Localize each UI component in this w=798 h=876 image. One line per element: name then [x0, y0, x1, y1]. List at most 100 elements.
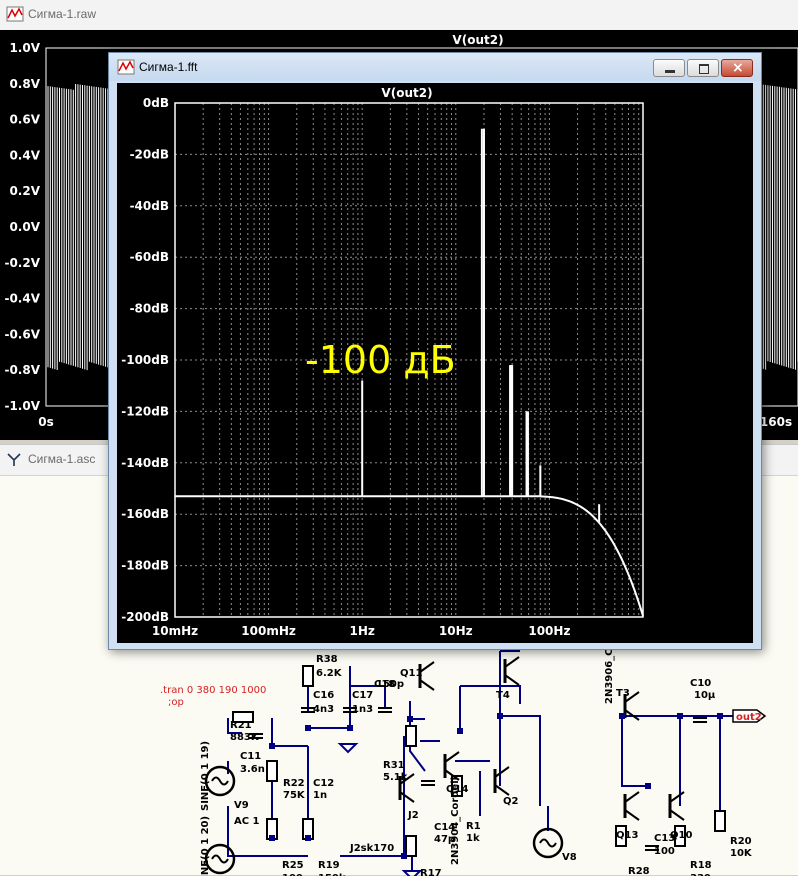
- component-label: 1k: [466, 833, 480, 844]
- fft-window[interactable]: Сигма-1.fft × V(out2) 0dB -20dB -40dB -60dB…: [108, 52, 762, 650]
- component-label: 1n: [313, 790, 327, 801]
- junction: [347, 725, 353, 731]
- component-label: 3.6n: [240, 764, 265, 775]
- component-label: 100: [654, 846, 675, 857]
- raw-y-tick-label: 0.8V: [9, 77, 40, 91]
- component-label: SINE(0 1 19): [200, 741, 211, 811]
- component-label: Q13: [616, 830, 638, 841]
- junction: [407, 716, 413, 722]
- component-label: out2: [736, 712, 762, 723]
- junction: [645, 783, 651, 789]
- fft-plot-title: V(out2): [381, 86, 432, 100]
- minimize-button[interactable]: [653, 59, 685, 77]
- raw-window-title: Сигма-1.raw: [28, 7, 97, 21]
- resistor: [302, 665, 314, 687]
- fft-y-tick-label: -80dB: [130, 302, 169, 316]
- fft-y-tick-label: -100dB: [121, 353, 169, 367]
- component-label: R1: [466, 821, 481, 832]
- ground-symbol: [401, 870, 423, 876]
- raw-y-tick-label: -0.6V: [4, 327, 40, 341]
- component-label: V8: [562, 852, 577, 863]
- component-label: Q2: [503, 796, 519, 807]
- asc-window-title: Сигма-1.asc: [28, 452, 96, 466]
- fft-y-tick-label: 0dB: [143, 96, 169, 110]
- wire: [460, 685, 521, 704]
- component-label: R21: [230, 720, 252, 731]
- junction: [269, 835, 275, 841]
- component-label: C16: [313, 690, 334, 701]
- fft-titlebar[interactable]: Сигма-1.fft ×: [109, 53, 761, 81]
- close-button[interactable]: ×: [721, 59, 753, 77]
- raw-y-tick-label: 0.2V: [9, 184, 40, 198]
- raw-y-tick-label: -1.0V: [4, 399, 40, 413]
- raw-plot-title: V(out2): [452, 33, 503, 47]
- resistor: [405, 725, 417, 747]
- fft-x-tick-label: 10Hz: [439, 624, 473, 638]
- junction: [401, 853, 407, 859]
- fft-window-title: Сигма-1.fft: [139, 60, 198, 74]
- maximize-icon: [699, 64, 709, 74]
- component-label: 10K: [730, 848, 753, 859]
- fft-y-tick-label: -200dB: [121, 610, 169, 624]
- schematic-icon: [7, 453, 21, 466]
- component-label: C10: [690, 678, 711, 689]
- minimize-icon: [665, 70, 675, 73]
- component-label: 1n3: [352, 704, 373, 715]
- junction: [305, 835, 311, 841]
- resistor: [266, 760, 278, 782]
- spice-directive: ;op: [168, 697, 184, 708]
- component-label: V9: [234, 800, 249, 811]
- fft-x-tick-label: 100mHz: [241, 624, 296, 638]
- raw-y-tick-label: 0.6V: [9, 113, 40, 127]
- component-label: C11: [240, 751, 261, 762]
- fft-x-tick-label: 1Hz: [350, 624, 375, 638]
- component-label: 4n3: [313, 704, 334, 715]
- wire: [271, 718, 308, 747]
- raw-y-tick-label: -0.4V: [4, 292, 40, 306]
- component-label: AC 1: [234, 816, 260, 827]
- resistor: [714, 810, 726, 832]
- component-label: C13: [654, 833, 675, 844]
- component-label: 10µ: [694, 690, 716, 701]
- component-label: C12: [313, 778, 334, 789]
- component-label: R25: [282, 860, 304, 871]
- raw-y-tick-label: 0.0V: [9, 220, 40, 234]
- waveform-icon: [117, 59, 135, 75]
- fft-y-tick-label: -160dB: [121, 507, 169, 521]
- component-label: Q11: [400, 668, 422, 679]
- wire: [621, 746, 648, 787]
- fft-y-tick-label: -140dB: [121, 456, 169, 470]
- resistor: [405, 835, 417, 857]
- component-label: R31: [383, 760, 405, 771]
- fft-y-tick-label: -60dB: [130, 250, 169, 264]
- component-label: SINE(0 1 20): [200, 816, 211, 876]
- raw-x-tick-label: 160s: [760, 415, 792, 429]
- component-label: R20: [730, 836, 752, 847]
- spice-directive: .tran 0 380 190 1000: [160, 685, 266, 696]
- junction: [497, 713, 503, 719]
- fft-x-tick-label: 100Hz: [528, 624, 570, 638]
- junction: [457, 728, 463, 734]
- component-label: C17: [352, 690, 373, 701]
- component-label: R19: [318, 860, 340, 871]
- component-label: J2: [407, 810, 419, 821]
- raw-titlebar[interactable]: Сигма-1.raw: [0, 0, 798, 31]
- component-label: R38: [316, 654, 338, 665]
- component-label: T3: [616, 688, 630, 699]
- component-label: 150p: [376, 679, 404, 690]
- close-icon: ×: [732, 60, 744, 76]
- component-label: 883K: [230, 732, 260, 743]
- junction: [269, 743, 275, 749]
- junction: [305, 725, 311, 731]
- fft-annotation: -100 дБ: [305, 338, 456, 382]
- component-label: J2sk170: [349, 843, 394, 854]
- fft-plot-svg: V(out2) 0dB -20dB -40dB -60dB -80dB -100dB -12…: [121, 86, 644, 638]
- waveform-icon: [6, 6, 24, 22]
- raw-y-tick-label: 1.0V: [9, 41, 40, 55]
- component-label: 5.1k: [383, 772, 408, 783]
- maximize-button[interactable]: [687, 59, 719, 77]
- raw-y-tick-label: -0.8V: [4, 363, 40, 377]
- component-label: T4: [496, 690, 510, 701]
- fft-plot-area[interactable]: V(out2) 0dB -20dB -40dB -60dB -80dB -100dB -12…: [117, 83, 753, 643]
- fft-y-tick-label: -20dB: [130, 147, 169, 161]
